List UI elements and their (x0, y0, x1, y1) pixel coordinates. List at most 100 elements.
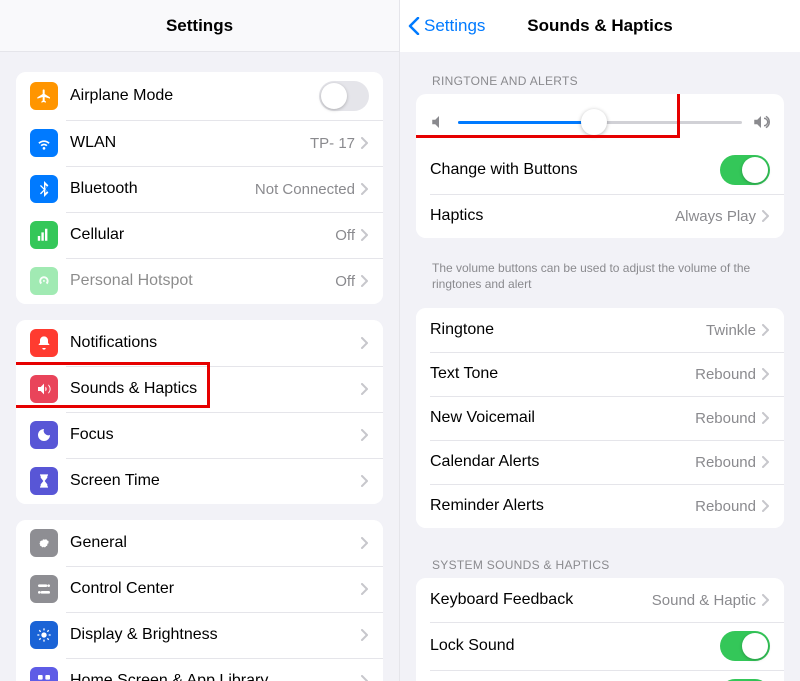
row-value: Rebound (695, 498, 756, 515)
row-label: Screen Time (70, 472, 361, 490)
chevron-right-icon (762, 324, 770, 336)
settings-row-display-brightness[interactable]: Display & Brightness (16, 612, 383, 658)
sounds-list-card: RingtoneTwinkleText ToneReboundNew Voice… (416, 308, 784, 528)
sounds-haptics-pane: Settings Sounds & Haptics RINGTONE AND A… (400, 0, 800, 681)
chevron-right-icon (361, 429, 369, 441)
volume-slider[interactable] (458, 108, 742, 136)
sounds-row-change-with-buttons[interactable]: Change with Buttons (416, 146, 784, 194)
sounds-row-haptics[interactable]: HapticsAlways Play (416, 194, 784, 238)
airplane-icon (30, 82, 58, 110)
system-sounds-header: SYSTEM SOUNDS & HAPTICS (416, 544, 784, 578)
row-label: Control Center (70, 580, 361, 598)
row-label: Sounds & Haptics (70, 380, 361, 398)
row-label: Personal Hotspot (70, 272, 335, 290)
settings-row-sounds-haptics[interactable]: Sounds & Haptics (16, 366, 383, 412)
row-label: Calendar Alerts (430, 453, 695, 471)
settings-row-bluetooth[interactable]: BluetoothNot Connected (16, 166, 383, 212)
sounds-content: RINGTONE AND ALERTS Change with Buttons H… (400, 52, 800, 681)
settings-row-wlan[interactable]: WLANTP- 17 (16, 120, 383, 166)
sounds-title: Sounds & Haptics (527, 16, 672, 36)
settings-row-airplane-mode[interactable]: Airplane Mode (16, 72, 383, 120)
chevron-right-icon (361, 383, 369, 395)
sounds-row-system-haptics[interactable]: System Haptics (416, 670, 784, 681)
sounds-row-lock-sound[interactable]: Lock Sound (416, 622, 784, 670)
row-label: New Voicemail (430, 409, 695, 427)
chevron-right-icon (762, 210, 770, 222)
cellular-icon (30, 221, 58, 249)
row-label: Change with Buttons (430, 161, 720, 179)
chevron-right-icon (762, 412, 770, 424)
sounds-row-text-tone[interactable]: Text ToneRebound (416, 352, 784, 396)
chevron-right-icon (361, 337, 369, 349)
chevron-right-icon (361, 629, 369, 641)
row-label: Display & Brightness (70, 626, 361, 644)
chevron-right-icon (762, 594, 770, 606)
row-value: Twinkle (706, 322, 756, 339)
sounds-row-ringtone[interactable]: RingtoneTwinkle (416, 308, 784, 352)
row-label: Notifications (70, 334, 361, 352)
ringtone-alerts-header: RINGTONE AND ALERTS (416, 60, 784, 94)
switches-icon (30, 575, 58, 603)
settings-row-cellular[interactable]: CellularOff (16, 212, 383, 258)
wifi-icon (30, 129, 58, 157)
volume-slider-row (416, 94, 784, 146)
row-label: Ringtone (430, 321, 706, 339)
system-sounds-card: Keyboard FeedbackSound & Haptic Lock Soun… (416, 578, 784, 681)
bell-icon (30, 329, 58, 357)
chevron-right-icon (361, 675, 369, 681)
speaker-high-icon (752, 113, 770, 131)
moon-icon (30, 421, 58, 449)
settings-row-general[interactable]: General (16, 520, 383, 566)
chevron-right-icon (762, 368, 770, 380)
settings-row-screen-time[interactable]: Screen Time (16, 458, 383, 504)
toggle[interactable] (720, 155, 770, 185)
row-value: Not Connected (255, 181, 355, 198)
chevron-right-icon (361, 583, 369, 595)
chevron-right-icon (762, 500, 770, 512)
sound-icon (30, 375, 58, 403)
chevron-right-icon (361, 275, 369, 287)
settings-group-notifications: Notifications Sounds & Haptics Focus Scr… (16, 320, 383, 504)
settings-title: Settings (166, 16, 233, 36)
settings-header: Settings (0, 0, 399, 52)
hourglass-icon (30, 467, 58, 495)
row-value: Sound & Haptic (652, 592, 756, 609)
settings-row-personal-hotspot[interactable]: Personal HotspotOff (16, 258, 383, 304)
sounds-row-new-voicemail[interactable]: New VoicemailRebound (416, 396, 784, 440)
row-label: Home Screen & App Library (70, 672, 361, 681)
row-label: Keyboard Feedback (430, 591, 652, 609)
sounds-row-calendar-alerts[interactable]: Calendar AlertsRebound (416, 440, 784, 484)
toggle-airplane[interactable] (319, 81, 369, 111)
row-label: Reminder Alerts (430, 497, 695, 515)
chevron-right-icon (762, 456, 770, 468)
settings-row-home-screen-app-library[interactable]: Home Screen & App Library (16, 658, 383, 681)
settings-content: Airplane Mode WLANTP- 17 BluetoothNot Co… (0, 52, 399, 681)
settings-group-network: Airplane Mode WLANTP- 17 BluetoothNot Co… (16, 72, 383, 304)
row-value: Rebound (695, 410, 756, 427)
row-label: Lock Sound (430, 637, 720, 655)
hotspot-icon (30, 267, 58, 295)
settings-row-focus[interactable]: Focus (16, 412, 383, 458)
settings-row-control-center[interactable]: Control Center (16, 566, 383, 612)
toggle[interactable] (720, 631, 770, 661)
row-label: Text Tone (430, 365, 695, 383)
row-value: Off (335, 227, 355, 244)
sounds-row-reminder-alerts[interactable]: Reminder AlertsRebound (416, 484, 784, 528)
speaker-low-icon (430, 113, 448, 131)
settings-row-notifications[interactable]: Notifications (16, 320, 383, 366)
row-label: Airplane Mode (70, 87, 319, 105)
settings-pane: Settings Airplane Mode WLANTP- 17 Blueto… (0, 0, 400, 681)
row-value: Rebound (695, 366, 756, 383)
brightness-icon (30, 621, 58, 649)
row-value: Always Play (675, 208, 756, 225)
settings-group-general: General Control Center Display & Brightn… (16, 520, 383, 681)
row-label: WLAN (70, 134, 310, 152)
sounds-row-keyboard-feedback[interactable]: Keyboard FeedbackSound & Haptic (416, 578, 784, 622)
back-label: Settings (424, 16, 485, 36)
row-value: Off (335, 273, 355, 290)
ringtone-footer: The volume buttons can be used to adjust… (416, 254, 784, 294)
ringtone-alerts-card: Change with Buttons HapticsAlways Play (416, 94, 784, 238)
chevron-right-icon (361, 137, 369, 149)
row-value: TP- 17 (310, 135, 355, 152)
back-button[interactable]: Settings (408, 16, 485, 36)
